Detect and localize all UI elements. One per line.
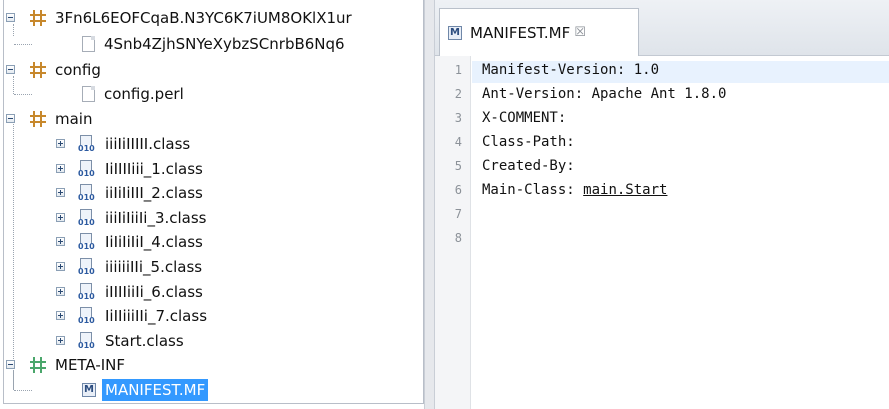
tree-item-class[interactable]: 010 Start.class <box>56 329 187 353</box>
class-file-icon: 010 <box>78 258 96 276</box>
tree-item-package-config[interactable]: config <box>6 58 104 82</box>
tree-item-label: iiiIiIiiIi_3.class <box>105 209 207 227</box>
tree-item-label: iiiiiiIIi_5.class <box>105 258 203 276</box>
tree-item-class[interactable]: 010 IiIiIiIiI_4.class <box>56 230 206 254</box>
tree-item-manifest[interactable]: M MANIFEST.MF <box>82 378 209 402</box>
tree-connector <box>13 119 14 389</box>
tree-item-class[interactable]: 010 iiiiiiIIi_5.class <box>56 255 205 279</box>
tree-item-label: Start.class <box>105 332 184 350</box>
tree-item-label: IiIiIiIiI_4.class <box>105 233 203 251</box>
tab-manifest[interactable]: M MANIFEST.MF ☒ <box>439 8 639 56</box>
tree-item-class[interactable]: 010 iiiIiIiiIi_3.class <box>56 206 210 230</box>
line-number: 8 <box>454 231 462 245</box>
line-number: 3 <box>454 111 462 125</box>
tree-item-label: iiIiIiIII_2.class <box>105 184 203 202</box>
line-number: 4 <box>454 135 462 149</box>
tree-item-label: 3Fn6L6EOFCqaB.N3YC6K7iUM8OKlX1ur <box>55 9 352 27</box>
project-tree: 3Fn6L6EOFCqaB.N3YC6K7iUM8OKlX1ur 4Snb4Zj… <box>0 0 424 409</box>
tree-item-label: IiIIiiiIIi_7.class <box>105 307 208 325</box>
expand-toggle[interactable] <box>56 311 65 320</box>
code-line[interactable]: Class-Path: <box>482 134 575 150</box>
tree-connector <box>13 76 14 94</box>
pane-splitter[interactable] <box>424 0 435 409</box>
expand-toggle[interactable] <box>56 188 65 197</box>
code-line[interactable]: Main-Class: main.Start <box>482 182 667 198</box>
tree-item-file[interactable]: 4Snb4ZjhSNYeXybzSCnrbB6Nq6 <box>82 32 348 56</box>
class-file-icon: 010 <box>78 283 96 301</box>
expand-toggle[interactable] <box>56 262 65 271</box>
tree-item-package-main[interactable]: main <box>6 107 95 131</box>
class-file-icon: 010 <box>78 307 96 325</box>
folder-meta-icon <box>30 357 46 373</box>
code-line[interactable]: Created-By: <box>482 158 575 174</box>
tree-item-label: config <box>55 61 101 79</box>
tree-item-package-obf[interactable]: 3Fn6L6EOFCqaB.N3YC6K7iUM8OKlX1ur <box>6 6 355 30</box>
tree-item-file[interactable]: config.perl <box>82 82 187 106</box>
expand-toggle[interactable] <box>56 164 65 173</box>
line-number: 1 <box>454 63 462 77</box>
main-class-link[interactable]: main.Start <box>583 182 667 198</box>
file-icon <box>82 86 95 102</box>
expand-toggle[interactable] <box>56 237 65 246</box>
tree-item-label: IiIIIIiii_1.class <box>105 160 203 178</box>
line-number-gutter: 1 2 3 4 5 6 7 8 <box>435 56 471 409</box>
expand-toggle[interactable] <box>56 336 65 345</box>
code-line[interactable]: Manifest-Version: 1.0 <box>482 62 659 78</box>
package-icon <box>30 10 46 26</box>
line-number: 2 <box>454 87 462 101</box>
class-file-icon: 010 <box>78 160 96 178</box>
expand-toggle[interactable] <box>56 139 65 148</box>
manifest-icon: M <box>448 25 462 40</box>
tree-item-label: iIIIIiiIi_6.class <box>105 283 203 301</box>
package-icon <box>30 111 46 127</box>
manifest-icon: M <box>82 383 96 397</box>
editor-pane: M MANIFEST.MF ☒ 1 2 3 4 5 6 7 8 Manifest… <box>435 0 889 409</box>
class-file-icon: 010 <box>78 135 96 153</box>
tree-item-class[interactable]: 010 iiiIiIIIII.class <box>56 132 193 156</box>
collapse-toggle[interactable] <box>6 360 15 369</box>
code-line[interactable]: Ant-Version: Apache Ant 1.8.0 <box>482 86 726 102</box>
tree-item-class[interactable]: 010 iIIIIiiIi_6.class <box>56 280 206 304</box>
tree-item-label: 4Snb4ZjhSNYeXybzSCnrbB6Nq6 <box>104 35 345 53</box>
code-line[interactable]: X-COMMENT: <box>482 110 566 126</box>
tree-item-class[interactable]: 010 IiIIIIiii_1.class <box>56 157 206 181</box>
line-number: 7 <box>454 207 462 221</box>
tree-item-class[interactable]: 010 iiIiIiIII_2.class <box>56 181 206 205</box>
editor-tab-strip: M MANIFEST.MF ☒ <box>435 0 889 56</box>
close-icon[interactable]: ☒ <box>574 25 586 40</box>
collapse-toggle[interactable] <box>6 13 15 22</box>
tree-connector <box>14 390 32 391</box>
line-number: 5 <box>454 159 462 173</box>
tree-item-package-meta-inf[interactable]: META-INF <box>6 353 128 377</box>
tree-item-label: main <box>55 110 93 128</box>
tree-item-label: META-INF <box>55 356 126 374</box>
file-icon <box>82 36 95 52</box>
class-file-icon: 010 <box>78 184 96 202</box>
tree-item-label-selected: MANIFEST.MF <box>102 379 209 401</box>
tree-item-label: config.perl <box>104 85 184 103</box>
class-file-icon: 010 <box>78 233 96 251</box>
tree-item-class[interactable]: 010 IiIIiiiIIi_7.class <box>56 304 210 328</box>
code-key: Main-Class: <box>482 182 584 198</box>
line-number: 6 <box>454 183 462 197</box>
expand-toggle[interactable] <box>56 213 65 222</box>
tree-item-label: iiiIiIIIII.class <box>105 135 191 153</box>
class-file-icon: 010 <box>78 332 96 350</box>
expand-toggle[interactable] <box>56 287 65 296</box>
package-icon <box>30 62 46 78</box>
tab-title: MANIFEST.MF <box>470 23 571 42</box>
tree-connector <box>14 94 32 95</box>
tree-connector <box>14 44 32 45</box>
collapse-toggle[interactable] <box>6 114 15 123</box>
class-file-icon: 010 <box>78 209 96 227</box>
collapse-toggle[interactable] <box>6 65 15 74</box>
